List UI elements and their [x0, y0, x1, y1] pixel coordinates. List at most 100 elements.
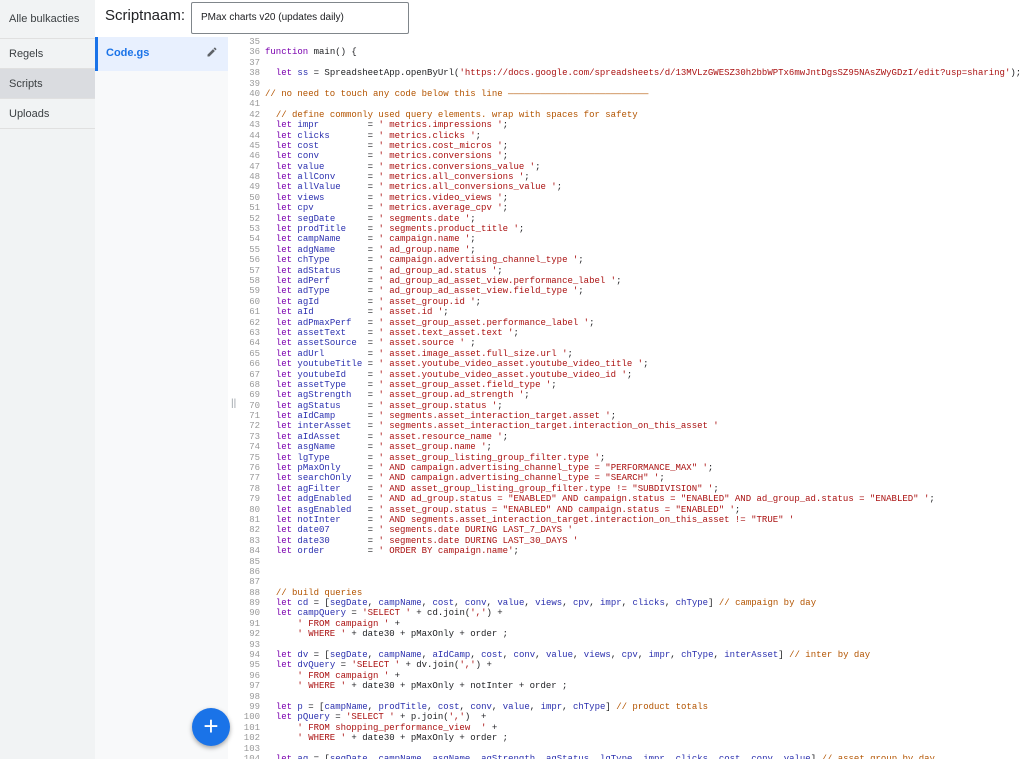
nav-item-alle-bulkacties[interactable]: Alle bulkacties: [0, 0, 95, 39]
line-number: 50: [249, 192, 260, 203]
code-line[interactable]: 62 let adPmaxPerf = ' asset_group_asset.…: [238, 318, 1024, 328]
drag-handle-icon[interactable]: ||: [231, 398, 236, 409]
code-line[interactable]: 95 let dvQuery = 'SELECT ' + dv.join(','…: [238, 660, 1024, 670]
code-line[interactable]: 82 let date07 = ' segments.date DURING L…: [238, 525, 1024, 535]
code-line[interactable]: 53 let prodTitle = ' segments.product_ti…: [238, 224, 1024, 234]
code-line[interactable]: 87: [238, 577, 1024, 587]
code-line[interactable]: 35: [238, 37, 1024, 47]
line-number: 69: [249, 390, 260, 401]
code-line[interactable]: 103: [238, 744, 1024, 754]
code-line[interactable]: 60 let agId = ' asset_group.id ';: [238, 297, 1024, 307]
code-line[interactable]: 77 let searchOnly = ' AND campaign.adver…: [238, 473, 1024, 483]
code-line[interactable]: 43 let impr = ' metrics.impressions ';: [238, 120, 1024, 130]
code-line[interactable]: 101 ' FROM shopping_performance_view ' +: [238, 723, 1024, 733]
pencil-icon[interactable]: [206, 46, 218, 58]
line-number: 87: [249, 577, 260, 588]
code-text: let prodTitle = ' segments.product_title…: [275, 224, 525, 235]
code-line[interactable]: 57 let adStatus = ' ad_group_ad.status '…: [238, 266, 1024, 276]
code-line[interactable]: 81 let notInter = ' AND segments.asset_i…: [238, 515, 1024, 525]
code-line[interactable]: 71 let aIdCamp = ' segments.asset_intera…: [238, 411, 1024, 421]
nav-item-uploads[interactable]: Uploads: [0, 99, 95, 129]
code-line[interactable]: 54 let campName = ' campaign.name ';: [238, 234, 1024, 244]
code-line[interactable]: 99 let p = [campName, prodTitle, cost, c…: [238, 702, 1024, 712]
code-line[interactable]: 64 let assetSource = ' asset.source ' ;: [238, 338, 1024, 348]
code-line[interactable]: 51 let cpv = ' metrics.average_cpv ';: [238, 203, 1024, 213]
code-line[interactable]: 85: [238, 557, 1024, 567]
line-number: 99: [249, 702, 260, 712]
code-line[interactable]: 52 let segDate = ' segments.date ';: [238, 214, 1024, 224]
code-text: let aIdCamp = ' segments.asset_interacti…: [275, 411, 617, 422]
file-item-code-gs[interactable]: Code.gs: [95, 37, 228, 71]
code-line[interactable]: 70 let agStatus = ' asset_group.status '…: [238, 401, 1024, 411]
code-line[interactable]: 65 let adUrl = ' asset.image_asset.full_…: [238, 349, 1024, 359]
code-line[interactable]: 80 let asgEnabled = ' asset_group.status…: [238, 505, 1024, 515]
code-line[interactable]: 74 let asgName = ' asset_group.name ';: [238, 442, 1024, 452]
code-line[interactable]: 96 ' FROM campaign ' +: [238, 671, 1024, 681]
line-number: 100: [243, 712, 260, 723]
code-text: let date30 = ' segments.date DURING LAST…: [275, 535, 579, 546]
nav-item-scripts[interactable]: Scripts: [0, 69, 95, 99]
code-line[interactable]: 42 // define commonly used query element…: [238, 110, 1024, 120]
code-line[interactable]: 69 let agStrength = ' asset_group.ad_str…: [238, 390, 1024, 400]
code-line[interactable]: 39: [238, 79, 1024, 89]
code-line[interactable]: 58 let adPerf = ' ad_group_ad_asset_view…: [238, 276, 1024, 286]
nav-item-regels[interactable]: Regels: [0, 39, 95, 69]
code-line[interactable]: 45 let cost = ' metrics.cost_micros ';: [238, 141, 1024, 151]
line-number: 76: [249, 463, 260, 474]
code-text: let value = ' metrics.conversions_value …: [275, 161, 541, 172]
code-line[interactable]: 94 let dv = [segDate, campName, aIdCamp,…: [238, 650, 1024, 660]
code-line[interactable]: 68 let assetType = ' asset_group_asset.f…: [238, 380, 1024, 390]
code-line[interactable]: 73 let aIdAsset = ' asset.resource_name …: [238, 432, 1024, 442]
plus-icon: +: [203, 711, 219, 741]
add-file-button[interactable]: +: [192, 708, 230, 746]
code-line[interactable]: 102 ' WHERE ' + date30 + pMaxOnly + orde…: [238, 733, 1024, 743]
code-line[interactable]: 63 let assetText = ' asset.text_asset.te…: [238, 328, 1024, 338]
code-line[interactable]: 48 let allConv = ' metrics.all_conversio…: [238, 172, 1024, 182]
code-line[interactable]: 55 let adgName = ' ad_group.name ';: [238, 245, 1024, 255]
code-line[interactable]: 97 ' WHERE ' + date30 + pMaxOnly + notIn…: [238, 681, 1024, 691]
code-line[interactable]: 72 let interAsset = ' segments.asset_int…: [238, 421, 1024, 431]
code-line[interactable]: 47 let value = ' metrics.conversions_val…: [238, 162, 1024, 172]
line-number: 85: [249, 556, 260, 567]
code-line[interactable]: 59 let adType = ' ad_group_ad_asset_view…: [238, 286, 1024, 296]
code-line[interactable]: 46 let conv = ' metrics.conversions ';: [238, 151, 1024, 161]
code-line[interactable]: 41: [238, 99, 1024, 109]
code-text: let agFilter = ' AND asset_group_listing…: [275, 483, 719, 494]
code-line[interactable]: 93: [238, 640, 1024, 650]
line-number: 104: [243, 753, 260, 759]
code-line[interactable]: 88 // build queries: [238, 588, 1024, 598]
code-line[interactable]: 75 let lgType = ' asset_group_listing_gr…: [238, 453, 1024, 463]
code-line[interactable]: 38 let ss = SpreadsheetApp.openByUrl('ht…: [238, 68, 1024, 78]
code-line[interactable]: 79 let adgEnabled = ' AND ad_group.statu…: [238, 494, 1024, 504]
code-line[interactable]: 40 // no need to touch any code below thi…: [238, 89, 1024, 99]
code-line[interactable]: 50 let views = ' metrics.video_views ';: [238, 193, 1024, 203]
code-line[interactable]: 76 let pMaxOnly = ' AND campaign.adverti…: [238, 463, 1024, 473]
code-line[interactable]: 90 let campQuery = 'SELECT ' + cd.join('…: [238, 608, 1024, 618]
code-line[interactable]: 91 ' FROM campaign ' +: [238, 619, 1024, 629]
code-text: let views = ' metrics.video_views ';: [275, 192, 509, 203]
code-line[interactable]: 61 let aId = ' asset.id ';: [238, 307, 1024, 317]
code-line[interactable]: 84 let order = ' ORDER BY campaign.name'…: [238, 546, 1024, 556]
code-line[interactable]: 78 let agFilter = ' AND asset_group_list…: [238, 484, 1024, 494]
script-name-input[interactable]: PMax charts v20 (updates daily): [191, 2, 409, 34]
line-number: 91: [249, 618, 260, 629]
code-line[interactable]: 36 function main() {: [238, 47, 1024, 57]
code-text: let dvQuery = 'SELECT ' + dv.join(',') +: [275, 660, 492, 671]
code-line[interactable]: 37: [238, 58, 1024, 68]
code-line[interactable]: 92 ' WHERE ' + date30 + pMaxOnly + order…: [238, 629, 1024, 639]
code-line[interactable]: 100 let pQuery = 'SELECT ' + p.join(',')…: [238, 712, 1024, 722]
line-number: 74: [249, 442, 260, 453]
code-line[interactable]: 86: [238, 567, 1024, 577]
code-editor[interactable]: 35 36 function main() {37 38 let ss = Sprea…: [238, 37, 1024, 759]
line-number: 84: [249, 546, 260, 557]
code-line[interactable]: 98: [238, 692, 1024, 702]
code-line[interactable]: 67 let youtubeId = ' asset.youtube_video…: [238, 370, 1024, 380]
code-line[interactable]: 56 let chType = ' campaign.advertising_c…: [238, 255, 1024, 265]
code-line[interactable]: 104 let ag = [segDate, campName, asgName…: [238, 754, 1024, 759]
code-line[interactable]: 66 let youtubeTitle = ' asset.youtube_vi…: [238, 359, 1024, 369]
code-line[interactable]: 49 let allValue = ' metrics.all_conversi…: [238, 182, 1024, 192]
code-line[interactable]: 44 let clicks = ' metrics.clicks ';: [238, 131, 1024, 141]
code-line[interactable]: 83 let date30 = ' segments.date DURING L…: [238, 536, 1024, 546]
code-text: let adPmaxPerf = ' asset_group_asset.per…: [275, 317, 595, 328]
code-line[interactable]: 89 let cd = [segDate, campName, cost, co…: [238, 598, 1024, 608]
